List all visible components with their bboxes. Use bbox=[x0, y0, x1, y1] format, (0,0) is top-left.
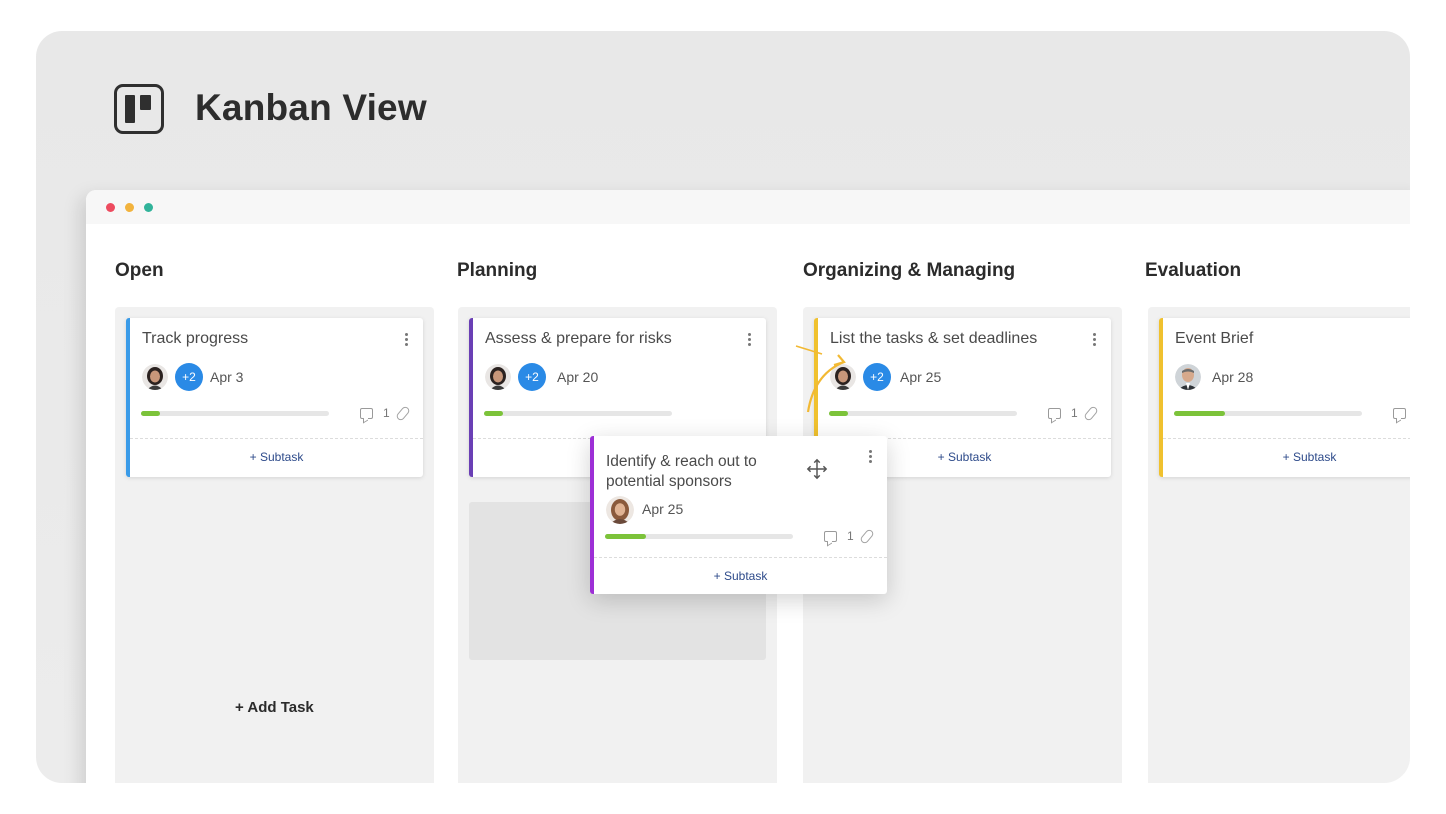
comment-icon[interactable] bbox=[360, 408, 373, 419]
more-options-icon[interactable] bbox=[869, 450, 873, 464]
more-assignees-badge[interactable]: +2 bbox=[175, 363, 203, 391]
comment-icon[interactable] bbox=[1393, 408, 1406, 419]
assignee-avatar[interactable] bbox=[485, 364, 511, 390]
more-options-icon[interactable] bbox=[1093, 333, 1097, 347]
card-meta: 1 bbox=[360, 405, 420, 422]
window-titlebar bbox=[86, 190, 1410, 224]
attachment-icon[interactable] bbox=[395, 405, 411, 422]
due-date: Apr 20 bbox=[557, 369, 599, 385]
add-subtask-button[interactable]: + Subtask bbox=[1163, 450, 1410, 464]
column-title-open: Open bbox=[115, 260, 164, 281]
progress-bar bbox=[1174, 411, 1362, 416]
progress-bar bbox=[141, 411, 329, 416]
card-meta: 1 bbox=[1048, 405, 1108, 422]
assignee-avatar[interactable] bbox=[1175, 364, 1201, 390]
more-assignees-badge[interactable]: +2 bbox=[863, 363, 891, 391]
comment-icon[interactable] bbox=[824, 531, 837, 542]
card-meta bbox=[1393, 406, 1410, 422]
kanban-board-icon bbox=[114, 84, 164, 134]
attachment-icon[interactable] bbox=[1083, 405, 1099, 422]
close-window-button[interactable] bbox=[106, 203, 115, 212]
page-title: Kanban View bbox=[195, 87, 427, 128]
card-divider bbox=[594, 557, 887, 558]
minimize-window-button[interactable] bbox=[125, 203, 134, 212]
due-date: Apr 28 bbox=[1212, 369, 1254, 385]
card-divider bbox=[1163, 438, 1410, 439]
card-meta: 1 bbox=[824, 528, 884, 545]
column-title-evaluation: Evaluation bbox=[1145, 260, 1242, 281]
progress-bar bbox=[829, 411, 1017, 416]
card-divider bbox=[130, 438, 423, 439]
add-subtask-button[interactable]: + Subtask bbox=[594, 569, 887, 583]
comment-icon[interactable] bbox=[1048, 408, 1061, 419]
assignee-avatar[interactable] bbox=[606, 496, 634, 524]
drag-direction-arrow-icon bbox=[795, 345, 846, 413]
comment-count: 1 bbox=[383, 406, 390, 420]
task-card-event-brief[interactable]: Event Brief Apr 28 + Subtask bbox=[1159, 318, 1410, 477]
task-card-track-progress[interactable]: Track progress +2 Apr 3 1 + Subtask bbox=[126, 318, 423, 477]
dragging-task-card[interactable]: Identify & reach out to potential sponso… bbox=[590, 436, 887, 594]
column-title-planning: Planning bbox=[457, 260, 538, 281]
add-task-button[interactable]: + Add Task bbox=[235, 699, 314, 716]
maximize-window-button[interactable] bbox=[144, 203, 153, 212]
attachment-icon[interactable] bbox=[859, 528, 875, 545]
comment-count: 1 bbox=[1071, 406, 1078, 420]
more-assignees-badge[interactable]: +2 bbox=[518, 363, 546, 391]
column-title-organizing: Organizing & Managing bbox=[803, 260, 1016, 281]
assignee-avatar[interactable] bbox=[142, 364, 168, 390]
card-title: Event Brief bbox=[1175, 330, 1254, 347]
card-title: Assess & prepare for risks bbox=[485, 330, 672, 347]
progress-bar bbox=[605, 534, 793, 539]
card-title-line-2: potential sponsors bbox=[606, 473, 732, 490]
move-icon[interactable] bbox=[806, 458, 828, 480]
comment-count: 1 bbox=[847, 529, 854, 543]
due-date: Apr 25 bbox=[642, 501, 684, 517]
add-subtask-button[interactable]: + Subtask bbox=[130, 450, 423, 464]
more-options-icon[interactable] bbox=[748, 333, 752, 347]
due-date: Apr 25 bbox=[900, 369, 942, 385]
due-date: Apr 3 bbox=[210, 369, 244, 385]
progress-bar bbox=[484, 411, 672, 416]
hero-panel: Kanban View Open Planning Organizing & M… bbox=[36, 31, 1410, 783]
more-options-icon[interactable] bbox=[405, 333, 409, 347]
card-title: List the tasks & set deadlines bbox=[830, 330, 1038, 347]
card-title-line-1: Identify & reach out to bbox=[606, 453, 757, 470]
card-title: Track progress bbox=[142, 330, 249, 347]
